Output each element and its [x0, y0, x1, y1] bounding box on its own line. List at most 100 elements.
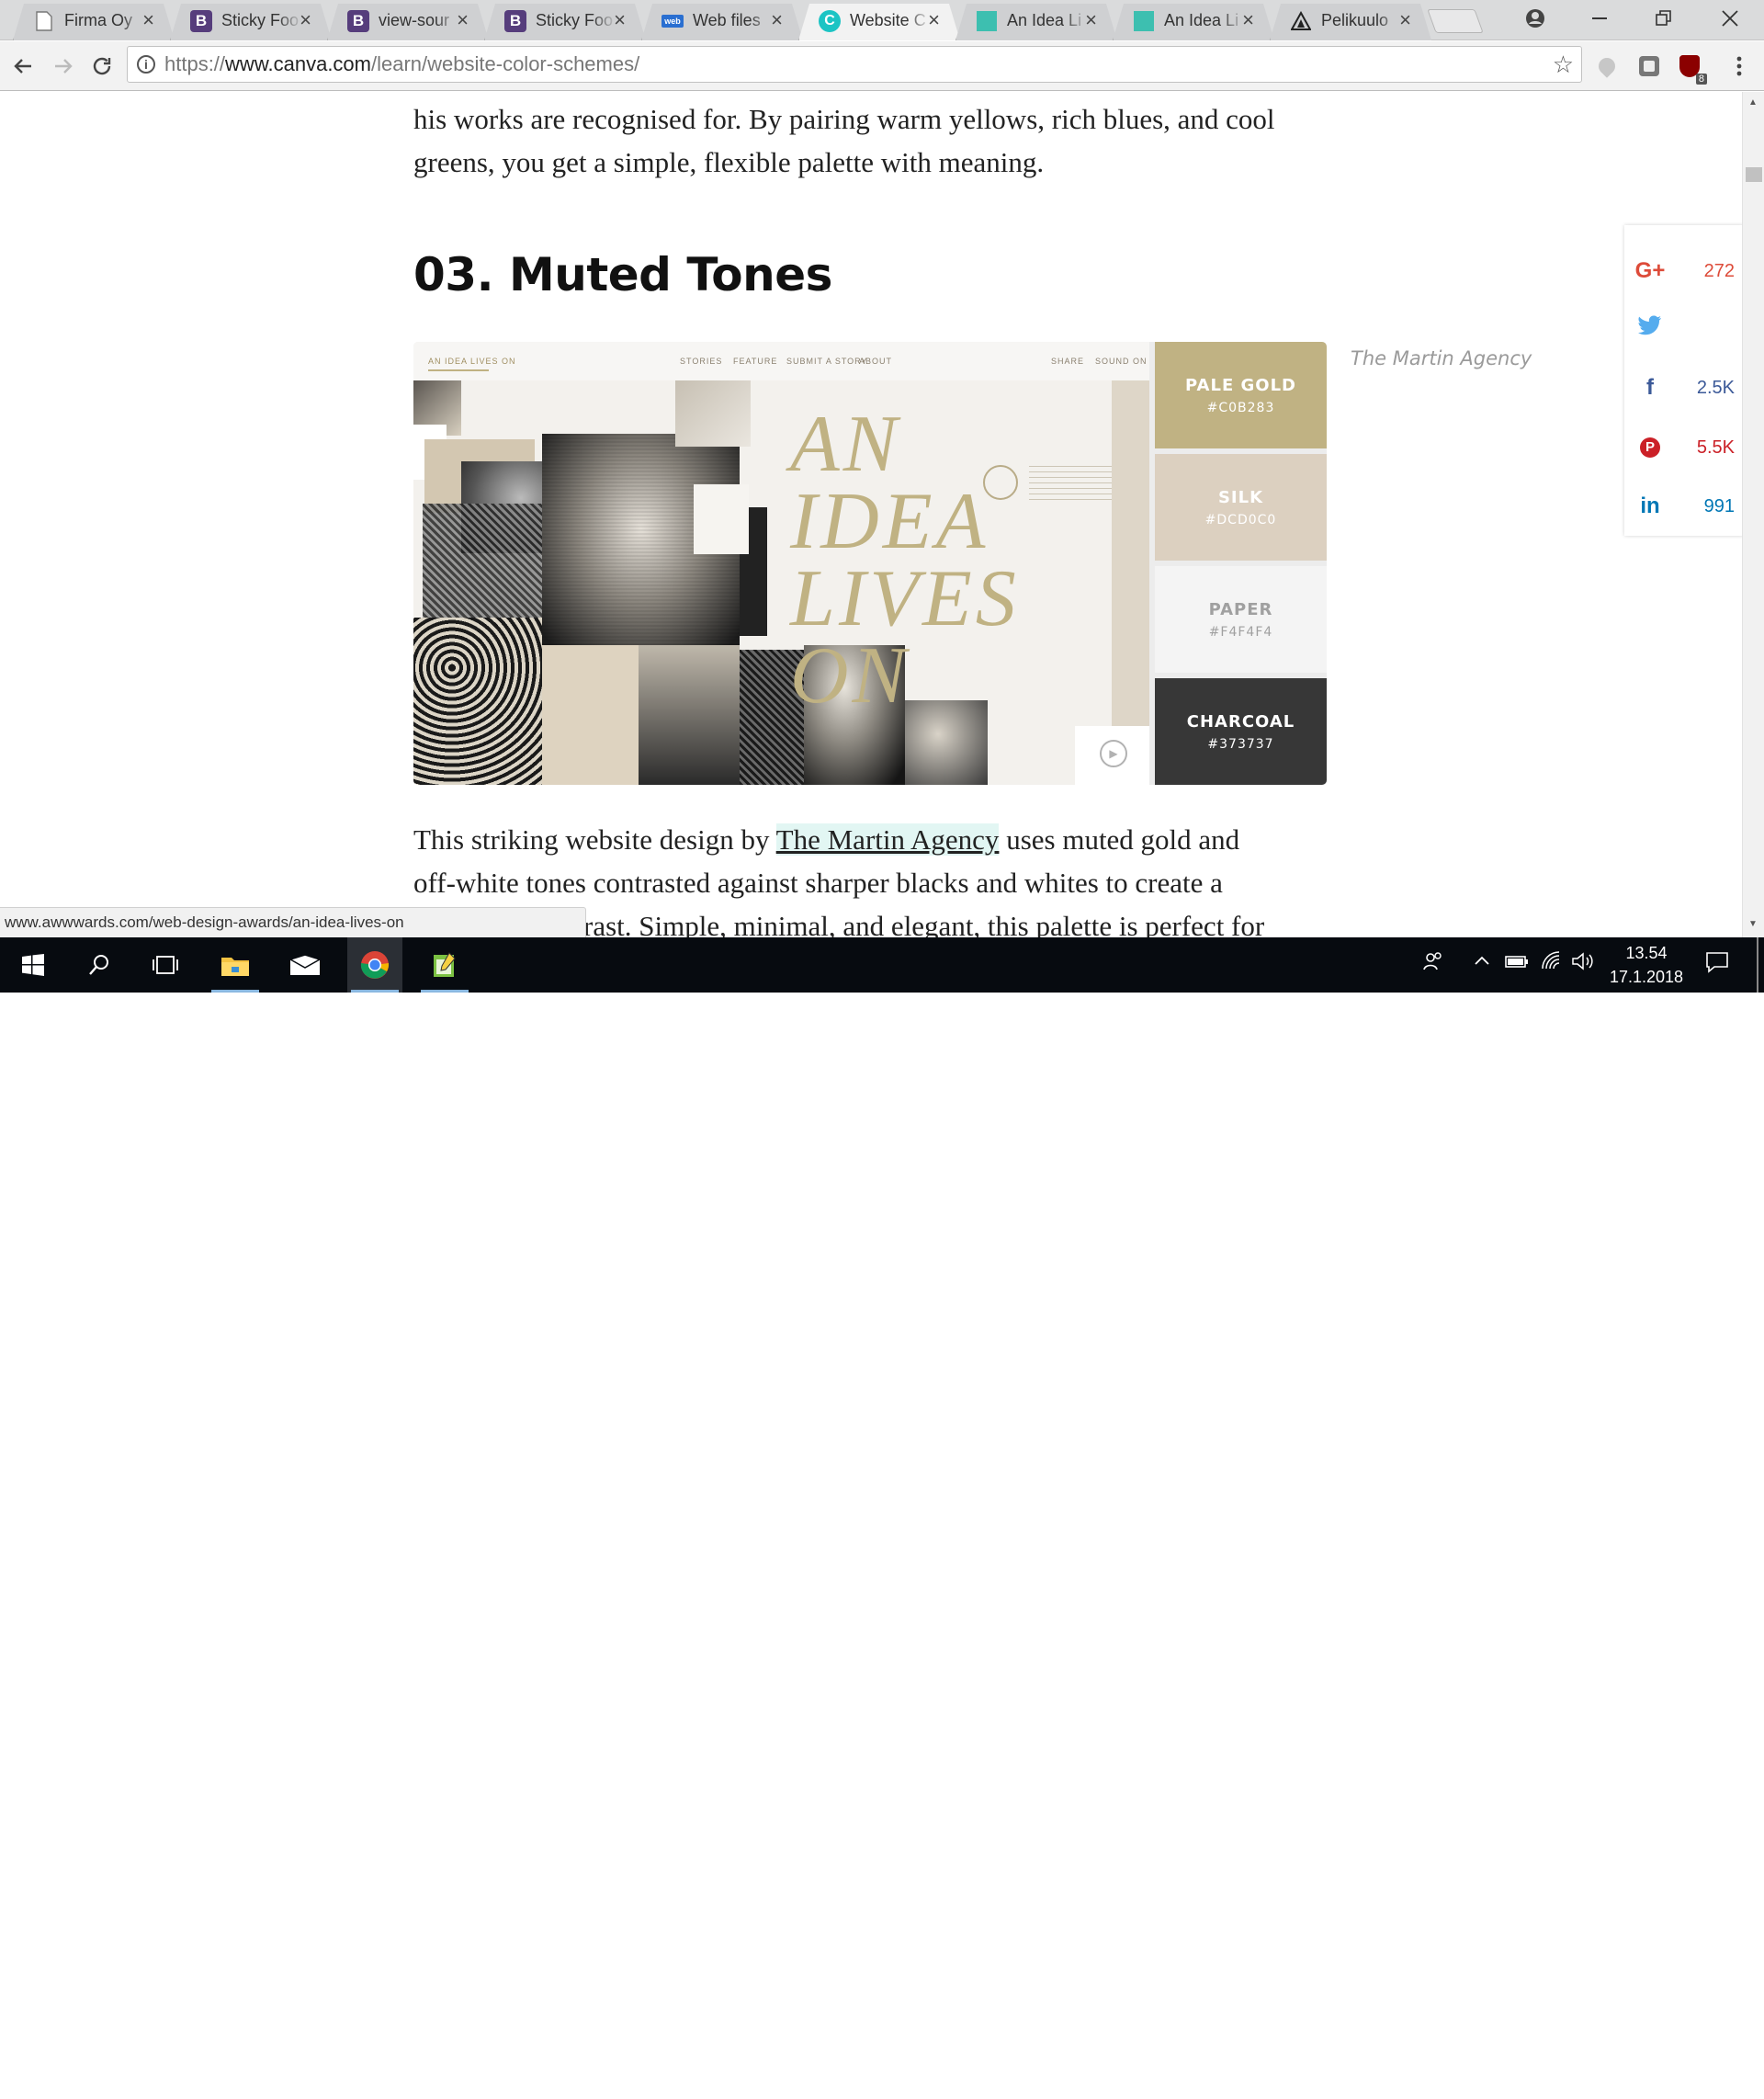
color-swatch: CHARCOAL #373737: [1155, 678, 1327, 785]
share-count: 272: [1703, 260, 1735, 281]
back-icon[interactable]: [6, 49, 40, 84]
facebook-icon: f: [1646, 375, 1654, 400]
tab-close-icon[interactable]: ×: [1085, 8, 1097, 32]
tab-title: An Idea Li: [1164, 11, 1239, 29]
site-info-icon[interactable]: i: [137, 55, 155, 74]
tab-title: Pelikuulo: [1321, 11, 1389, 29]
tab-close-icon[interactable]: ×: [1242, 8, 1254, 32]
swatch-name: PAPER: [1208, 599, 1273, 619]
taskbar-clock[interactable]: 13.54 17.1.2018: [1600, 941, 1692, 989]
site-headline: AN IDEA LIVES ON: [790, 404, 1020, 717]
martin-agency-link[interactable]: The Martin Agency: [775, 823, 1000, 856]
share-twitter-button[interactable]: [1624, 310, 1744, 346]
vertical-scrollbar[interactable]: ▲ ▼: [1742, 92, 1764, 937]
headline-line: LIVES: [790, 554, 1020, 643]
tab[interactable]: Firma Oy ×: [13, 4, 175, 40]
tab[interactable]: web Web files ×: [641, 4, 803, 40]
address-bar[interactable]: i https://www.canva.com/learn/website-co…: [127, 46, 1582, 83]
forward-icon[interactable]: [46, 49, 81, 84]
share-facebook-button[interactable]: f 2.5K: [1624, 369, 1744, 406]
share-rail: G+ 272 f 2.5K P 5.5K in 991: [1624, 225, 1744, 536]
document-icon: [33, 10, 55, 32]
extension-shield-icon[interactable]: [1589, 49, 1624, 84]
action-center-icon[interactable]: [1705, 950, 1729, 980]
search-icon[interactable]: [72, 937, 127, 993]
close-window-icon[interactable]: [1698, 0, 1762, 37]
scroll-down-arrow-icon[interactable]: ▼: [1748, 919, 1758, 929]
paragraph-text: uses muted gold and: [999, 823, 1240, 856]
tray-overflow-chevron-icon[interactable]: [1473, 950, 1491, 978]
browser-toolbar: i https://www.canva.com/learn/website-co…: [0, 41, 1764, 91]
bootstrap-icon: B: [347, 10, 369, 32]
palette-image[interactable]: AN IDEA LIVES ON STORIES FEATURE SUBMIT …: [413, 342, 1327, 785]
play-icon: ▶: [1100, 740, 1127, 767]
scrollbar-thumb[interactable]: [1746, 167, 1762, 182]
image-caption: The Martin Agency: [1351, 347, 1532, 369]
tab[interactable]: B Sticky Foo ×: [170, 4, 332, 40]
paragraph-line: greens, you get a simple, flexible palet…: [413, 146, 1045, 178]
bootstrap-icon: B: [190, 10, 212, 32]
people-icon[interactable]: [1422, 950, 1444, 978]
color-swatch: PAPER #F4F4F4: [1155, 566, 1327, 673]
mail-icon[interactable]: [277, 937, 333, 993]
tab-close-icon[interactable]: ×: [928, 8, 940, 32]
minimize-icon[interactable]: [1567, 0, 1632, 37]
extension-square-icon[interactable]: [1632, 49, 1667, 84]
tab-title: Website C: [850, 11, 926, 29]
task-view-icon[interactable]: [138, 937, 193, 993]
tab-close-icon[interactable]: ×: [300, 8, 311, 32]
clock-date: 17.1.2018: [1609, 968, 1684, 986]
restore-icon[interactable]: [1632, 0, 1696, 37]
tab-close-icon[interactable]: ×: [142, 8, 154, 32]
tab[interactable]: An Idea Li ×: [1113, 4, 1274, 40]
tab-close-icon[interactable]: ×: [614, 8, 626, 32]
share-linkedin-button[interactable]: in 991: [1624, 488, 1744, 525]
pinterest-icon: P: [1624, 437, 1676, 458]
tab-close-icon[interactable]: ×: [457, 8, 469, 32]
canva-icon: C: [819, 10, 841, 32]
show-desktop-strip[interactable]: [1757, 937, 1758, 993]
wifi-icon[interactable]: [1540, 950, 1562, 978]
swatch-hex: #C0B283: [1206, 400, 1275, 415]
tab[interactable]: C Website C ×: [798, 4, 960, 40]
file-explorer-icon[interactable]: [208, 937, 263, 993]
tab[interactable]: B Sticky Foo ×: [484, 4, 646, 40]
section-heading: 03. Muted Tones: [413, 248, 832, 301]
chrome-taskbar-icon[interactable]: [347, 937, 402, 993]
color-swatch: PALE GOLD #C0B283: [1155, 342, 1327, 448]
new-tab-button[interactable]: [1427, 9, 1484, 33]
site-nav-bar: AN IDEA LIVES ON STORIES FEATURE SUBMIT …: [413, 342, 1149, 380]
swatch-name: CHARCOAL: [1186, 711, 1295, 732]
chrome-menu-icon[interactable]: [1722, 49, 1757, 84]
tab-close-icon[interactable]: ×: [771, 8, 783, 32]
tab-title: Firma Oy: [64, 11, 132, 29]
site-nav-item: FEATURE: [733, 357, 778, 366]
scroll-up-arrow-icon[interactable]: ▲: [1748, 97, 1758, 108]
site-brand: AN IDEA LIVES ON: [428, 357, 516, 366]
battery-icon[interactable]: [1505, 950, 1529, 978]
ublock-origin-icon[interactable]: 8: [1672, 49, 1707, 85]
tab[interactable]: Pelikuulo ×: [1270, 4, 1431, 40]
volume-icon[interactable]: [1571, 950, 1595, 978]
share-count: 991: [1703, 495, 1735, 516]
site-nav-item: SOUND ON: [1095, 357, 1148, 366]
tab-close-icon[interactable]: ×: [1399, 8, 1411, 32]
reload-icon[interactable]: [85, 49, 119, 84]
tab-title: Web files: [693, 11, 761, 29]
triangle-logo-icon: [1290, 10, 1312, 32]
share-count: 2.5K: [1696, 377, 1735, 398]
bookmark-star-icon[interactable]: ☆: [1553, 47, 1574, 82]
share-google-plus-button[interactable]: G+ 272: [1624, 253, 1744, 289]
linkedin-icon: in: [1640, 494, 1660, 518]
share-pinterest-button[interactable]: P 5.5K: [1624, 429, 1744, 466]
headline-line: IDEA: [790, 477, 989, 566]
paragraph-text: This striking website design by: [413, 823, 776, 856]
tab[interactable]: An Idea Li ×: [956, 4, 1117, 40]
windows-start-icon[interactable]: [6, 937, 61, 993]
notepad-plus-icon[interactable]: [417, 937, 472, 993]
profile-icon[interactable]: [1503, 0, 1567, 37]
tab[interactable]: Bview-sour ×: [327, 4, 489, 40]
clock-time: 13.54: [1625, 944, 1668, 962]
site-nav-item: ABOUT: [859, 357, 893, 366]
tab-strip: Firma Oy × B Sticky Foo × Bview-sour × B Sticky …: [0, 0, 1764, 40]
